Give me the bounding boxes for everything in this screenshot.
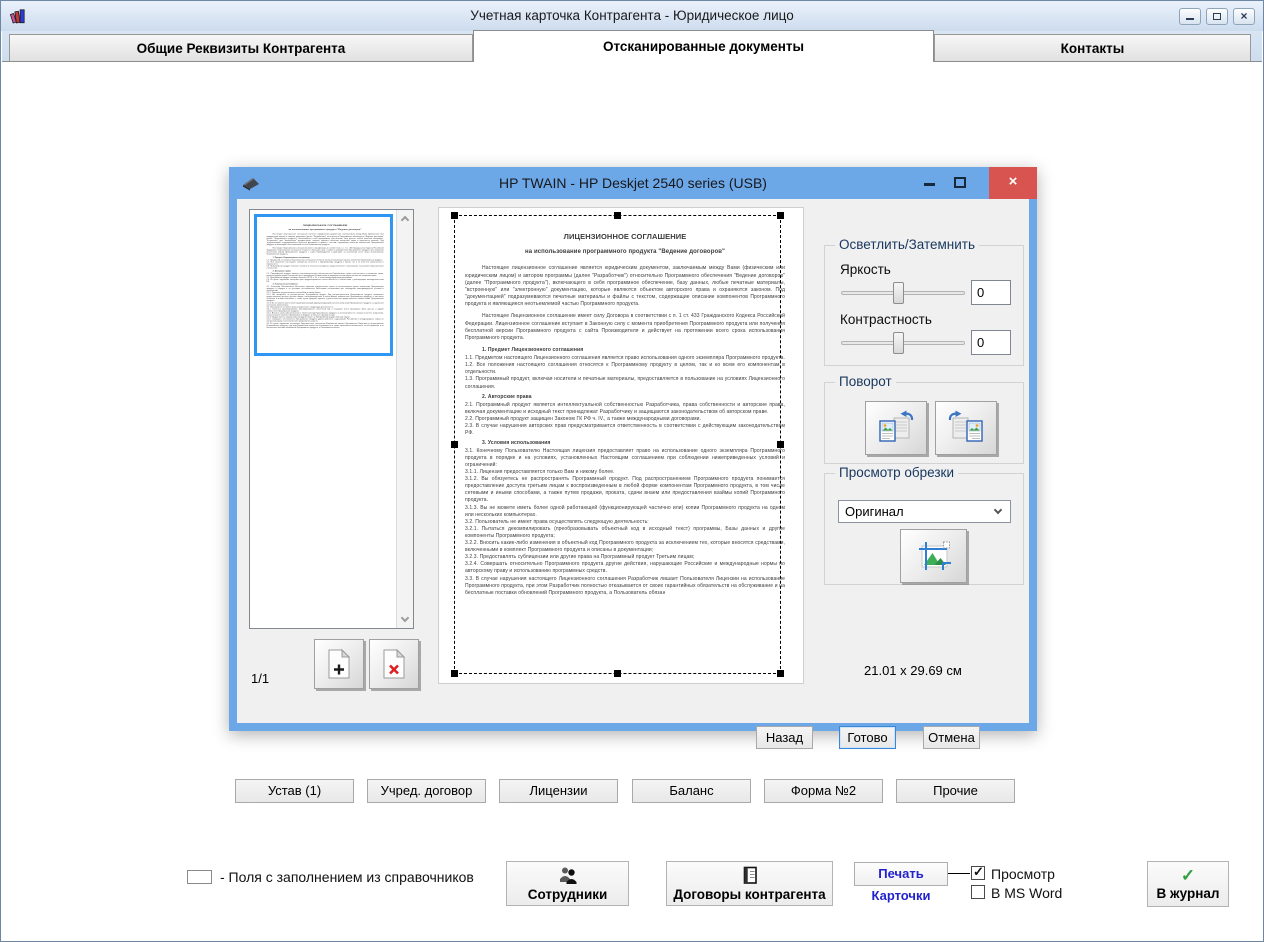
crop-handle[interactable] xyxy=(451,441,458,448)
rotate-right-icon xyxy=(946,410,986,446)
minimize-icon xyxy=(924,183,935,186)
crop-preview-select[interactable]: Оригинал xyxy=(838,500,1011,523)
crop-handle[interactable] xyxy=(451,670,458,677)
msword-checkbox-label[interactable]: В MS Word xyxy=(991,885,1062,901)
contrast-slider[interactable] xyxy=(841,332,965,354)
employees-button[interactable]: Сотрудники xyxy=(506,861,629,906)
slider-thumb[interactable] xyxy=(893,332,904,354)
maximize-button[interactable] xyxy=(1206,8,1228,25)
balance-button[interactable]: Баланс xyxy=(632,779,751,803)
contracts-button[interactable]: Договоры контрагента xyxy=(666,861,833,906)
back-button[interactable]: Назад xyxy=(756,726,813,749)
employees-icon xyxy=(557,866,579,885)
thumbnail-scrollbar[interactable] xyxy=(396,210,413,628)
crop-preview-group: Просмотр обрезки Оригинал xyxy=(824,473,1024,585)
maximize-icon xyxy=(1213,13,1221,20)
form2-button[interactable]: Форма №2 xyxy=(764,779,883,803)
cancel-button[interactable]: Отмена xyxy=(923,726,980,749)
rotate-group: Поворот xyxy=(824,382,1024,464)
legend-color-swatch xyxy=(187,870,212,884)
green-check-icon: ✓ xyxy=(1181,868,1195,884)
dialog-maximize-button[interactable] xyxy=(945,167,975,199)
tab-bar: Общие Реквизиты Контрагента Отсканирован… xyxy=(2,31,1262,62)
crop-selection[interactable] xyxy=(454,215,781,674)
crop-handle[interactable] xyxy=(614,212,621,219)
contrast-value-input[interactable] xyxy=(971,330,1011,355)
dialog-body: ЛИЦЕНЗИОННОЕ СОГЛАШЕНИЕна использование … xyxy=(237,199,1029,723)
other-button[interactable]: Прочие xyxy=(896,779,1015,803)
window-titlebar: Учетная карточка Контрагента - Юридическ… xyxy=(1,1,1263,31)
lighten-darken-label: Осветлить/Затемнить xyxy=(835,237,979,252)
employees-label: Сотрудники xyxy=(528,887,608,902)
rotate-left-button[interactable] xyxy=(865,401,927,455)
contracts-label: Договоры контрагента xyxy=(673,887,825,902)
preview-checkbox-label[interactable]: Просмотр xyxy=(991,866,1055,882)
window-title: Учетная карточка Контрагента - Юридическ… xyxy=(1,1,1263,31)
maximize-icon xyxy=(954,177,966,188)
add-page-button[interactable] xyxy=(314,639,364,689)
brightness-value-input[interactable] xyxy=(971,280,1011,305)
thumbnail-item[interactable]: ЛИЦЕНЗИОННОЕ СОГЛАШЕНИЕна использование … xyxy=(254,214,393,356)
legend-text: - Поля с заполнением из справочников xyxy=(220,870,474,884)
crop-preview-button[interactable] xyxy=(900,529,967,583)
minimize-button[interactable] xyxy=(1179,8,1201,25)
contrast-label: Контрастность xyxy=(840,312,932,327)
msword-checkbox[interactable] xyxy=(971,885,985,899)
tab-scanned-documents[interactable]: Отсканированные документы xyxy=(473,30,934,62)
slider-thumb[interactable] xyxy=(893,282,904,304)
crop-handle[interactable] xyxy=(777,441,784,448)
crop-handle[interactable] xyxy=(614,670,621,677)
founding-contract-button[interactable]: Учред. договор xyxy=(367,779,486,803)
licenses-button[interactable]: Лицензии xyxy=(499,779,618,803)
dialog-minimize-button[interactable] xyxy=(915,167,945,199)
dialog-close-button[interactable]: × xyxy=(989,167,1037,199)
tab-general-details[interactable]: Общие Реквизиты Контрагента xyxy=(9,34,473,62)
dialog-titlebar[interactable]: HP TWAIN - HP Deskjet 2540 series (USB) … xyxy=(229,167,1037,199)
crop-handle[interactable] xyxy=(777,670,784,677)
close-button[interactable]: × xyxy=(1233,8,1255,25)
brightness-slider[interactable] xyxy=(841,282,965,304)
minimize-icon xyxy=(1186,18,1194,20)
application-window: Учетная карточка Контрагента - Юридическ… xyxy=(0,0,1264,942)
crop-handle[interactable] xyxy=(451,212,458,219)
close-icon: × xyxy=(1234,9,1254,24)
rotate-right-button[interactable] xyxy=(935,401,997,455)
scanner-dialog: HP TWAIN - HP Deskjet 2540 series (USB) … xyxy=(229,167,1037,731)
add-page-icon xyxy=(324,648,354,680)
charter-button[interactable]: Устав (1) xyxy=(235,779,354,803)
print-card-button[interactable]: Печать Карточки xyxy=(854,862,948,886)
to-journal-label: В журнал xyxy=(1157,886,1220,901)
checkmark-icon: ✓ xyxy=(973,864,984,880)
crop-handle[interactable] xyxy=(777,212,784,219)
scan-size-label: 21.01 x 29.69 см xyxy=(864,663,962,678)
done-button[interactable]: Готово xyxy=(839,726,896,749)
rotate-left-icon xyxy=(876,410,916,446)
thumbnail-list: ЛИЦЕНЗИОННОЕ СОГЛАШЕНИЕна использование … xyxy=(249,209,414,629)
to-journal-button[interactable]: ✓ В журнал xyxy=(1147,861,1229,907)
close-icon: × xyxy=(1009,173,1018,190)
connector-line xyxy=(948,873,970,874)
delete-page-button[interactable] xyxy=(369,639,419,689)
tab-contacts[interactable]: Контакты xyxy=(934,34,1251,62)
chevron-down-icon xyxy=(994,506,1002,514)
scroll-up-icon[interactable] xyxy=(401,216,409,224)
page-counter: 1/1 xyxy=(251,671,269,686)
rotate-label: Поворот xyxy=(835,374,896,389)
preview-checkbox[interactable]: ✓ xyxy=(971,866,985,880)
crop-preview-label: Просмотр обрезки xyxy=(835,465,958,480)
crop-image-icon xyxy=(916,539,952,573)
lighten-darken-group: Осветлить/Затемнить Яркость Контрастност… xyxy=(824,245,1024,366)
scroll-down-icon[interactable] xyxy=(401,614,409,622)
brightness-label: Яркость xyxy=(840,262,891,277)
crop-preview-selected-option: Оригинал xyxy=(845,504,904,519)
scan-preview-page: ЛИЦЕНЗИОННОЕ СОГЛАШЕНИЕна использование … xyxy=(438,207,804,684)
delete-page-icon xyxy=(379,648,409,680)
contracts-book-icon xyxy=(740,866,760,885)
